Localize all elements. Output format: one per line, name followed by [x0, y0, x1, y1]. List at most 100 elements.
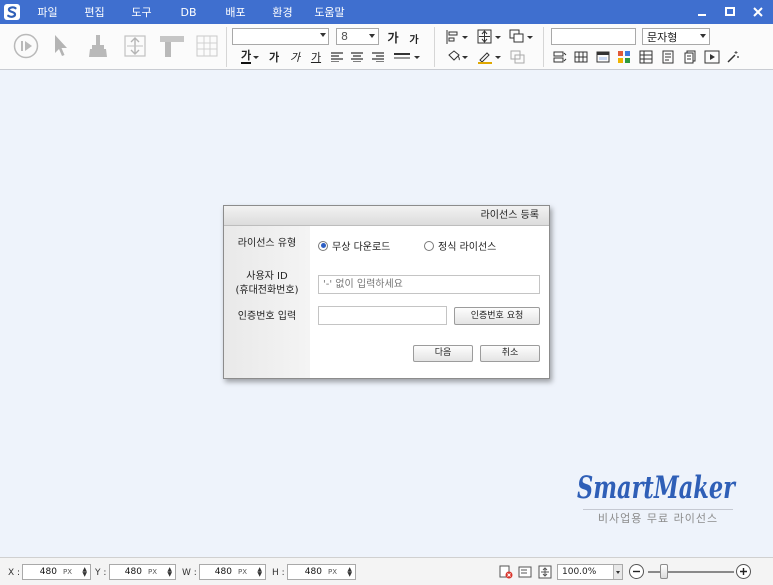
license-type-label: 라이선스 유형: [237, 238, 297, 249]
page-view-icon[interactable]: [518, 565, 532, 579]
app-logo-icon[interactable]: [0, 0, 24, 24]
ungroup-icon[interactable]: [509, 50, 527, 64]
radio-checked-icon: [318, 240, 328, 251]
align-left-icon[interactable]: [330, 51, 344, 63]
x-position-field[interactable]: 480 PX ▲ ▼: [22, 564, 91, 580]
font-size-value: 8: [341, 30, 348, 43]
y-value: 480: [124, 567, 142, 577]
window-panel-icon[interactable]: [596, 50, 610, 64]
zoom-select[interactable]: 100.0%: [557, 564, 623, 580]
font-color-button[interactable]: 가: [238, 49, 262, 65]
h-label: H :: [272, 568, 285, 578]
x-unit: PX: [62, 568, 72, 576]
menu-deploy[interactable]: 배포: [212, 4, 259, 20]
menu-file[interactable]: 파일: [24, 4, 71, 20]
toolbar: 8 가 가 가 가 가 가 문자형: [0, 24, 773, 70]
spinner-icon[interactable]: ▲ ▼: [257, 567, 262, 578]
fit-screen-icon[interactable]: [538, 565, 552, 579]
spinner-icon[interactable]: ▲ ▼: [167, 567, 172, 578]
zoom-slider-thumb[interactable]: [660, 564, 668, 579]
y-unit: PX: [147, 568, 157, 576]
height-field[interactable]: 480 PX ▲ ▼: [287, 564, 356, 580]
user-id-sublabel: (휴대전화번호): [235, 285, 299, 296]
table-field-icon[interactable]: [574, 50, 588, 64]
play-preview-icon[interactable]: [12, 32, 40, 60]
grid-icon[interactable]: [195, 34, 219, 58]
auth-code-label: 인증번호 입력: [237, 311, 297, 322]
status-bar: X : 480 PX ▲ ▼ Y : 480 PX ▲ ▼ W : 480 PX ▲ ▼ H…: [0, 557, 773, 585]
italic-button[interactable]: 가: [288, 49, 302, 65]
align-right-icon[interactable]: [371, 51, 385, 63]
brand-subtitle: 비사업용 무료 라이선스: [597, 512, 719, 525]
pointer-icon[interactable]: [50, 33, 72, 59]
text-field-input[interactable]: [551, 28, 636, 45]
font-size-select[interactable]: 8: [336, 28, 379, 45]
menu-tools[interactable]: 도구: [118, 4, 165, 20]
toolbar-separator: [434, 27, 435, 67]
media-player-icon[interactable]: [704, 50, 720, 64]
position-icon[interactable]: [477, 29, 503, 45]
radio-free-label: 무상 다운로드: [332, 242, 391, 253]
fill-color-icon[interactable]: [446, 50, 470, 64]
resize-icon[interactable]: [122, 33, 148, 59]
radio-official-label: 정식 라이선스: [438, 242, 497, 253]
align-center-icon[interactable]: [350, 51, 364, 63]
y-label: Y :: [95, 568, 107, 578]
align-objects-icon[interactable]: [446, 30, 470, 44]
increase-font-button[interactable]: 가: [385, 29, 401, 45]
w-unit: PX: [237, 568, 247, 576]
zoom-value: 100.0%: [562, 567, 597, 577]
data-type-value: 문자형: [647, 30, 678, 44]
zoom-out-icon[interactable]: [629, 564, 644, 579]
license-dialog: 라이선스 등록 라이선스 유형 무상 다운로드 정식 라이선스 사용자 ID (…: [223, 205, 550, 379]
bold-button[interactable]: 가: [267, 49, 281, 65]
decrease-font-button[interactable]: 가: [407, 30, 421, 46]
smartmaker-logo: SmartMaker: [575, 468, 740, 508]
font-color-glyph: 가: [240, 49, 252, 64]
menu-bar: 파일 편집 도구 DB 배포 환경 도움말: [0, 0, 773, 24]
list-panel-icon[interactable]: [639, 50, 653, 64]
menu-db[interactable]: DB: [165, 6, 212, 19]
record-icon[interactable]: [661, 50, 675, 64]
next-button[interactable]: 다음: [413, 345, 473, 362]
h-value: 480: [304, 567, 322, 577]
auth-code-input[interactable]: [318, 306, 447, 325]
close-icon[interactable]: [751, 5, 765, 19]
cancel-button[interactable]: 취소: [480, 345, 540, 362]
spinner-icon[interactable]: ▲ ▼: [347, 567, 352, 578]
x-label: X :: [8, 568, 21, 578]
zoom-in-icon[interactable]: [736, 564, 751, 579]
data-type-select[interactable]: 문자형: [642, 28, 710, 45]
user-id-label: 사용자 ID: [246, 271, 288, 282]
width-field[interactable]: 480 PX ▲ ▼: [199, 564, 266, 580]
border-color-icon[interactable]: [477, 50, 503, 64]
underline-button[interactable]: 가: [309, 49, 323, 65]
delete-page-icon[interactable]: [499, 565, 513, 579]
menu-edit[interactable]: 편집: [71, 4, 118, 20]
brush-icon[interactable]: [86, 33, 110, 59]
window-controls: [695, 0, 765, 24]
spinner-icon[interactable]: ▲ ▼: [82, 567, 87, 578]
y-position-field[interactable]: 480 PX ▲ ▼: [109, 564, 176, 580]
x-value: 480: [39, 567, 57, 577]
line-style-icon[interactable]: [394, 51, 420, 63]
form-field-icon[interactable]: [553, 50, 567, 64]
toolbar-separator: [226, 27, 227, 67]
svg-text:SmartMaker: SmartMaker: [577, 470, 737, 506]
menu-settings[interactable]: 환경: [259, 4, 306, 20]
radio-free-download[interactable]: 무상 다운로드: [318, 238, 390, 253]
group-icon[interactable]: [509, 29, 535, 45]
user-id-input[interactable]: [318, 275, 540, 294]
minimize-icon[interactable]: [695, 5, 709, 19]
radio-official-license[interactable]: 정식 라이선스: [424, 238, 496, 253]
document-copy-icon[interactable]: [683, 50, 697, 64]
menu-help[interactable]: 도움말: [306, 4, 353, 20]
w-value: 480: [214, 567, 232, 577]
auth-request-button[interactable]: 인증번호 요청: [454, 307, 540, 325]
magic-wand-icon[interactable]: [726, 50, 740, 64]
dialog-title: 라이선스 등록: [224, 206, 549, 226]
w-label: W :: [182, 568, 197, 578]
column-icon[interactable]: [158, 33, 186, 59]
maximize-icon[interactable]: [723, 5, 737, 19]
color-tiles-icon[interactable]: [617, 50, 631, 64]
